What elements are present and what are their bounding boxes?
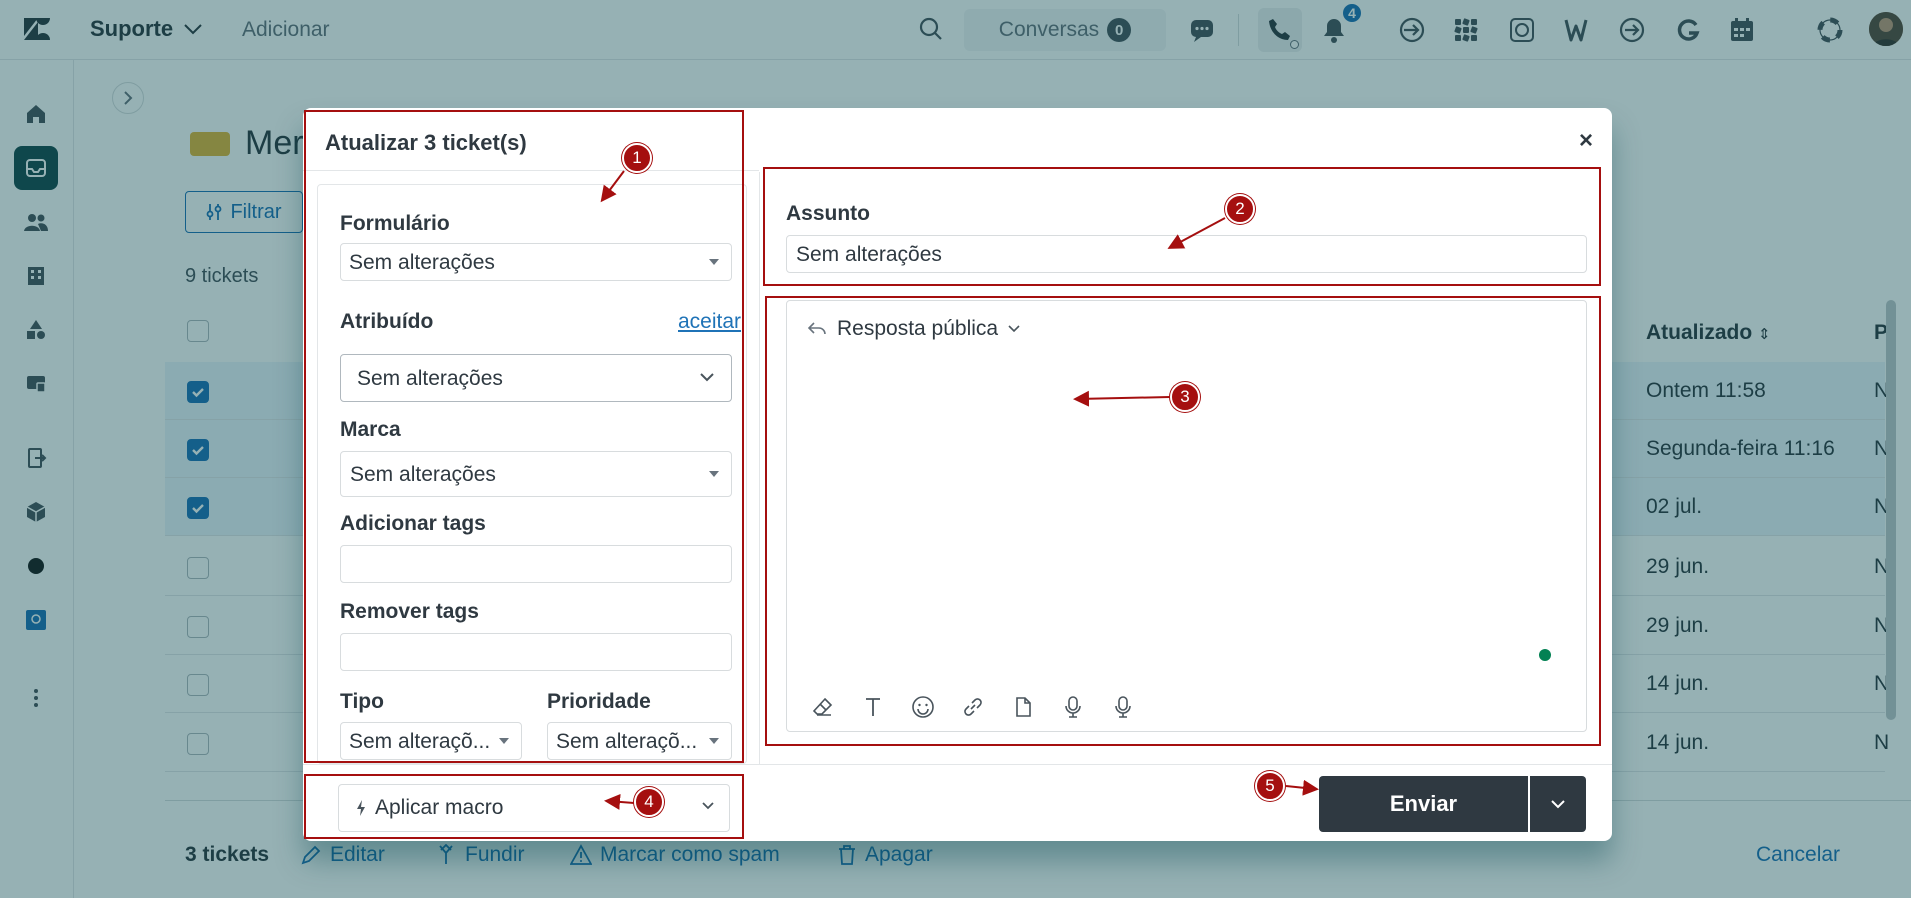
send-options-button[interactable] [1530,776,1586,832]
comment-editor[interactable]: Resposta pública [786,300,1587,732]
assignee-label: Atribuído [340,310,434,333]
caret-down-icon [709,471,719,477]
annotation-badge-2: 2 [1225,194,1255,224]
lightning-icon [355,799,367,817]
form-label: Formulário [340,212,450,235]
annotation-badge-1: 1 [622,143,652,173]
link-icon[interactable] [959,693,987,721]
reply-arrow-icon [807,321,827,337]
priority-label: Prioridade [547,690,651,713]
annotation-badge-5: 5 [1255,771,1285,801]
reply-type-selector[interactable]: Resposta pública [807,317,1020,341]
subject-input[interactable]: Sem alterações [786,235,1587,273]
modal-title: Atualizar 3 ticket(s) [325,130,527,155]
apply-macro-button[interactable]: Aplicar macro [338,784,730,832]
priority-select[interactable]: Sem alteraçõ... [547,722,732,760]
divider [303,170,759,171]
reply-type-label: Resposta pública [837,317,999,340]
apply-macro-label: Aplicar macro [375,796,504,819]
brand-label: Marca [340,418,401,441]
caret-down-icon [709,259,719,265]
eraser-icon[interactable] [809,693,837,721]
add-tags-input[interactable] [340,545,732,583]
emoji-icon[interactable] [909,693,937,721]
subject-label: Assunto [786,202,870,225]
microphone-icon[interactable] [1059,693,1087,721]
send-button[interactable]: Enviar [1319,776,1528,832]
assignee-select-value: Sem alterações [357,367,503,390]
chevron-down-icon [701,801,715,811]
text-format-icon[interactable] [859,693,887,721]
chevron-down-icon [699,372,715,382]
divider [759,172,760,764]
caret-down-icon [499,738,509,744]
annotation-badge-3: 3 [1170,382,1200,412]
remove-tags-input[interactable] [340,633,732,671]
caret-down-icon [709,738,719,744]
bulk-update-modal: Atualizar 3 ticket(s) × Formulário Sem a… [303,108,1612,841]
presence-dot [1539,649,1551,661]
brand-select[interactable]: Sem alterações [340,451,732,497]
brand-select-value: Sem alterações [350,463,496,486]
divider [303,764,1612,765]
add-tags-label: Adicionar tags [340,512,486,535]
ticket-fields-pane[interactable]: Formulário Sem alterações Atribuído acei… [317,184,747,764]
assignee-select[interactable]: Sem alterações [340,354,732,402]
remove-tags-label: Remover tags [340,600,479,623]
editor-toolbar [809,693,1137,721]
close-icon[interactable]: × [1569,124,1603,158]
chevron-down-icon [1550,799,1566,809]
microphone-icon[interactable] [1109,693,1137,721]
subject-value: Sem alterações [796,243,942,266]
form-select[interactable]: Sem alterações [340,243,732,281]
accept-assignment-link[interactable]: aceitar [678,310,741,334]
type-select[interactable]: Sem alteraçõ... [340,722,522,760]
type-select-value: Sem alteraçõ... [349,730,491,753]
form-select-value: Sem alterações [349,251,495,274]
priority-select-value: Sem alteraçõ... [556,730,698,753]
chevron-down-icon [1008,325,1020,333]
type-label: Tipo [340,690,384,713]
annotation-badge-4: 4 [634,787,664,817]
attachment-file-icon[interactable] [1009,693,1037,721]
